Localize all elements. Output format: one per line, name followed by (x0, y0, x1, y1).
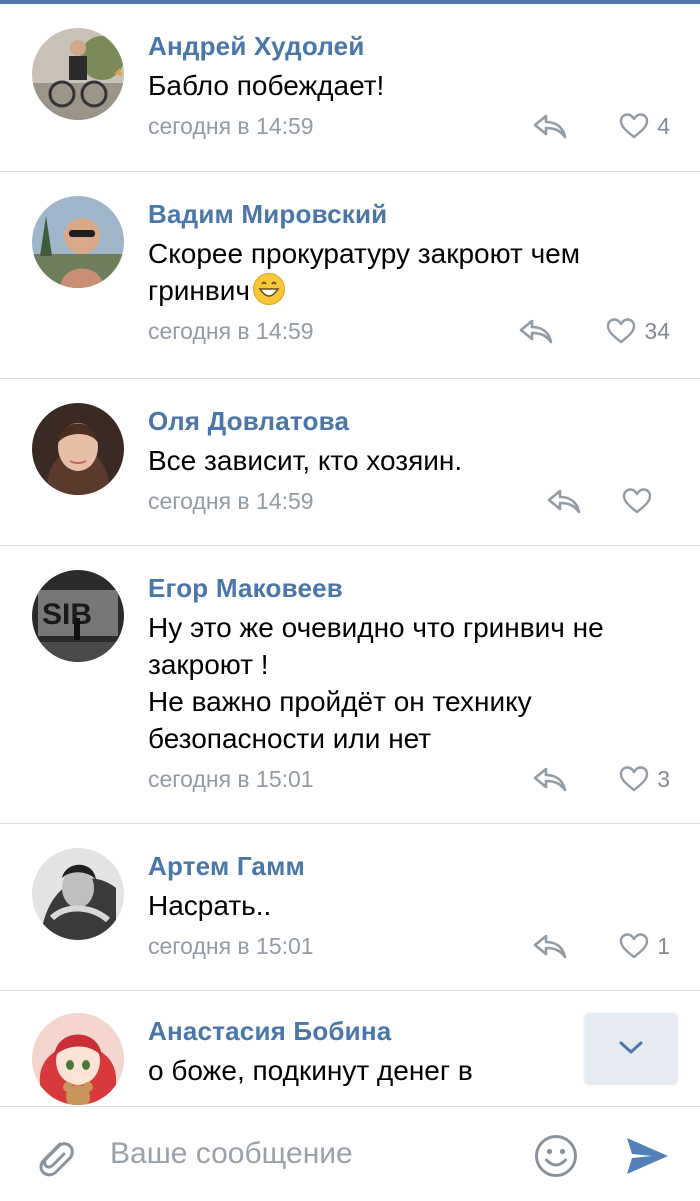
heart-icon (620, 766, 649, 792)
comment-text: Ну это же очевидно что гринвич не закрою… (148, 612, 604, 754)
comment-meta: сегодня в 14:59 (148, 481, 670, 521)
smile-icon[interactable] (533, 1133, 579, 1179)
heart-icon (620, 933, 649, 959)
avatar[interactable] (32, 28, 124, 120)
comment-list[interactable]: Андрей Худолей Бабло побеждает! сегодня … (0, 4, 700, 1106)
author-name[interactable]: Андрей Худолей (148, 28, 670, 64)
grinning-face-emoji (253, 273, 285, 305)
timestamp: сегодня в 14:59 (148, 113, 314, 139)
reply-icon[interactable] (546, 487, 582, 515)
reply-icon[interactable] (518, 317, 554, 345)
avatar[interactable] (32, 1013, 124, 1105)
like-button[interactable] (622, 485, 660, 517)
author-name[interactable]: Артем Гамм (148, 848, 670, 884)
like-count: 34 (644, 317, 670, 344)
chevron-down-icon (619, 1041, 643, 1054)
comment-text: Все зависит, кто хозяин. (148, 445, 463, 476)
timestamp: сегодня в 14:59 (148, 318, 314, 344)
reply-icon[interactable] (532, 765, 568, 793)
scroll-down-button[interactable] (585, 1013, 677, 1083)
comment-meta: сегодня в 14:59 4 (148, 106, 670, 146)
avatar[interactable] (32, 403, 124, 495)
svg-text:SIB: SIB (42, 598, 92, 631)
like-count: 3 (657, 765, 670, 792)
comment-text: Скорее прокуратуру закроют чем гринвич (148, 238, 581, 306)
heart-icon (607, 318, 636, 344)
timestamp: сегодня в 14:59 (148, 488, 314, 514)
avatar[interactable]: SIB (32, 570, 124, 662)
comment-item: Оля Довлатова Все зависит, кто хозяин. с… (0, 379, 700, 546)
like-button[interactable]: 3 (619, 763, 670, 795)
comment-text: Бабло побеждает! (148, 70, 385, 101)
timestamp: сегодня в 15:01 (148, 766, 314, 792)
comment-item: Андрей Худолей Бабло побеждает! сегодня … (0, 4, 700, 172)
heart-icon (620, 113, 649, 139)
comment-text: Насрать.. (148, 890, 272, 921)
author-name[interactable]: Вадим Мировский (148, 196, 670, 232)
message-composer (0, 1106, 700, 1201)
like-count: 1 (657, 932, 670, 959)
comment-meta: сегодня в 15:01 1 (148, 926, 670, 966)
like-button[interactable]: 4 (619, 110, 670, 142)
paperclip-icon[interactable] (30, 1132, 78, 1180)
reply-icon[interactable] (532, 112, 568, 140)
avatar[interactable] (32, 196, 124, 288)
timestamp: сегодня в 15:01 (148, 933, 314, 959)
avatar[interactable] (32, 848, 124, 940)
comment-item: Вадим Мировский Скорее прокуратуру закро… (0, 172, 700, 379)
comment-item: SIB Егор Маковеев Ну это же очевидно что… (0, 546, 700, 824)
author-name[interactable]: Егор Маковеев (148, 570, 670, 606)
message-input[interactable] (110, 1129, 510, 1179)
comment-meta: сегодня в 14:59 34 (148, 311, 670, 351)
reply-icon[interactable] (532, 932, 568, 960)
like-button[interactable]: 1 (619, 930, 670, 962)
heart-icon (622, 488, 652, 514)
comment-meta: сегодня в 15:01 3 (148, 759, 670, 799)
like-count: 4 (657, 112, 670, 139)
send-icon[interactable] (624, 1135, 670, 1177)
author-name[interactable]: Оля Довлатова (148, 403, 670, 439)
like-button[interactable]: 34 (606, 315, 670, 347)
comment-item: Артем Гамм Насрать.. сегодня в 15:01 1 (0, 824, 700, 991)
